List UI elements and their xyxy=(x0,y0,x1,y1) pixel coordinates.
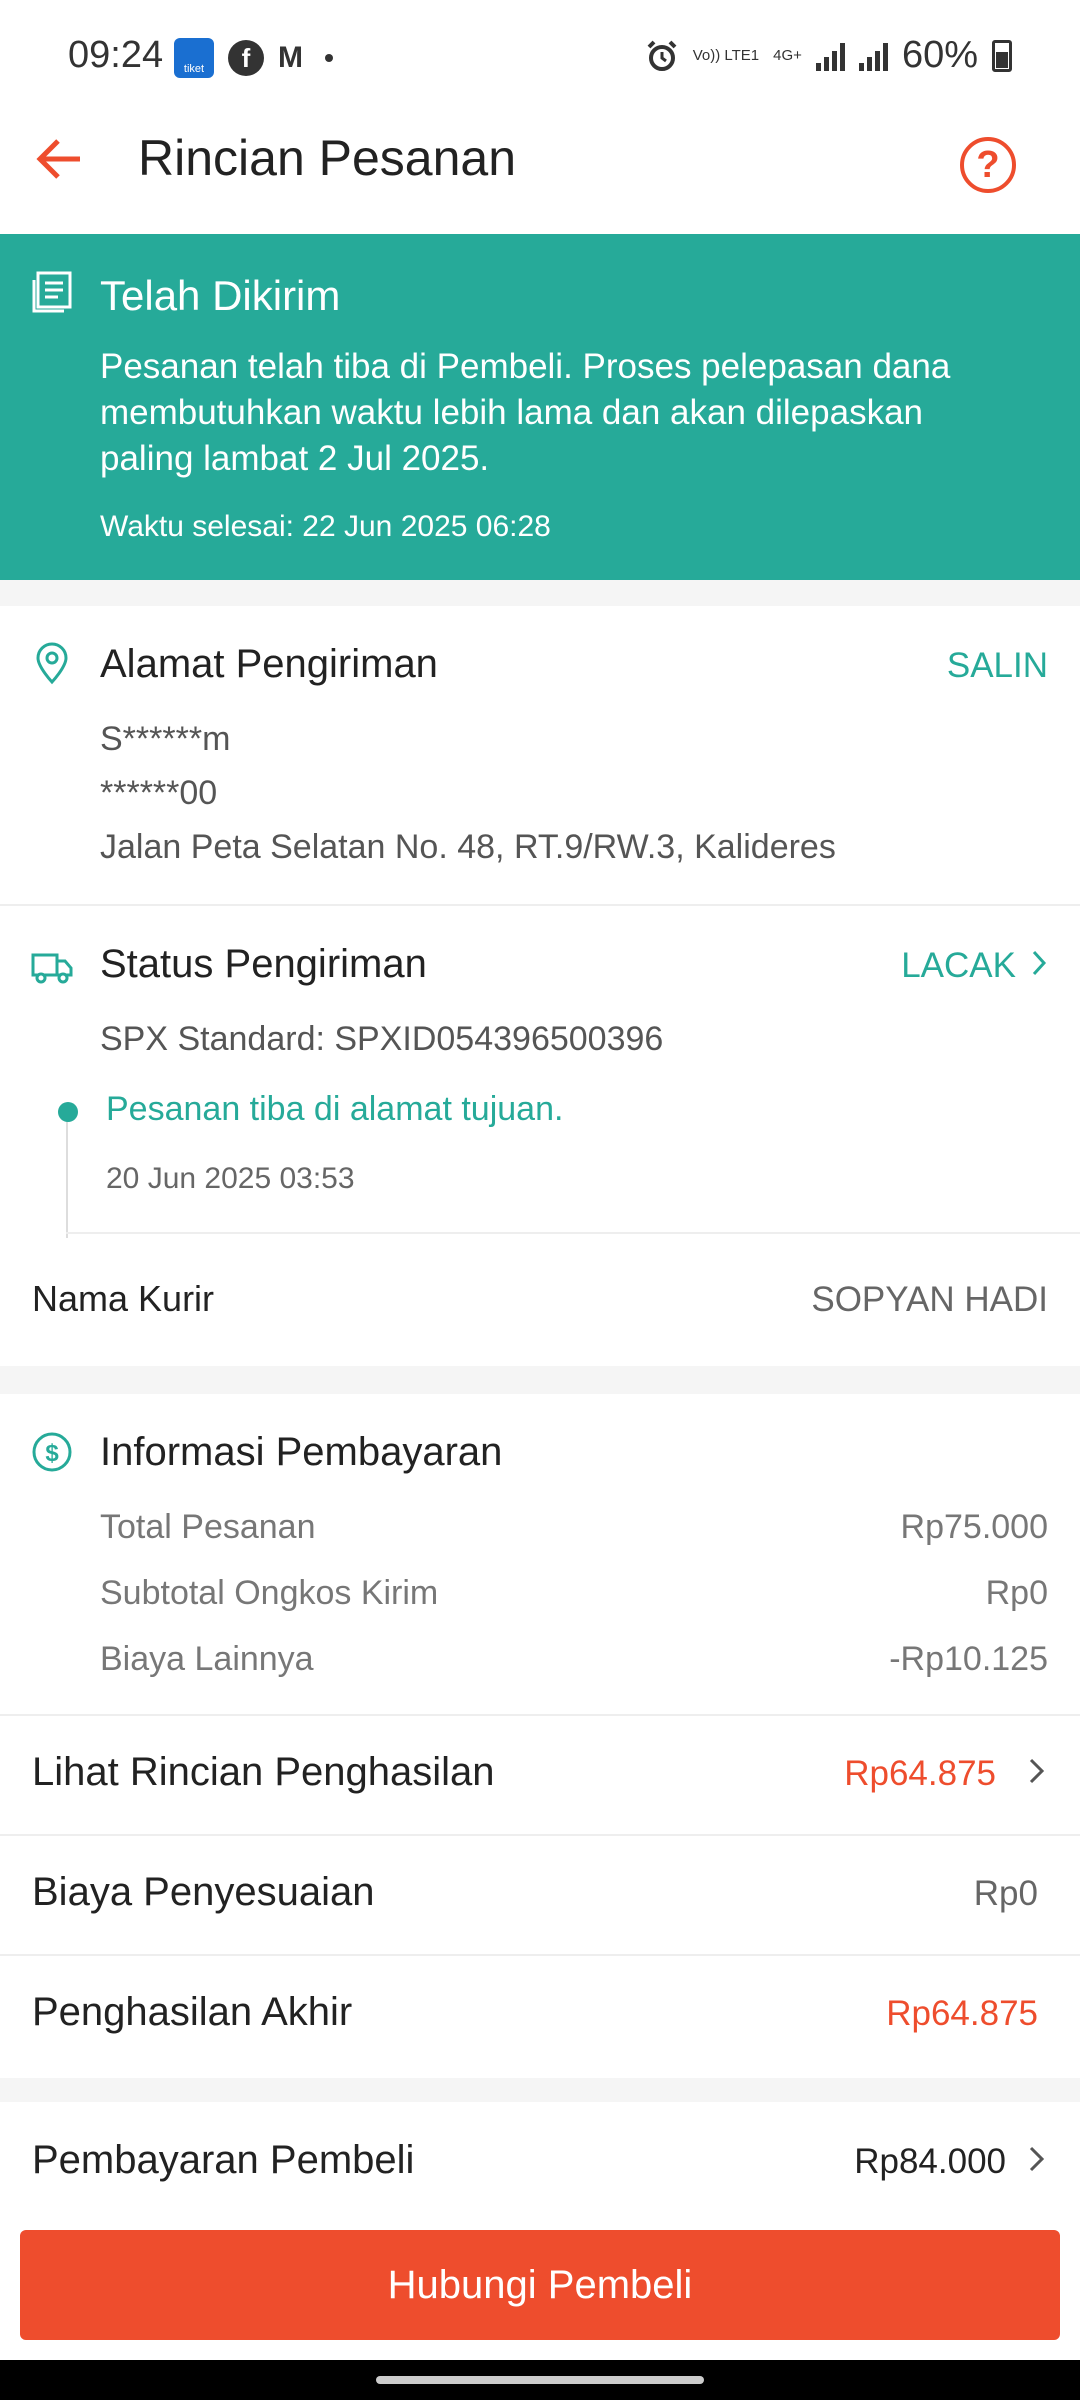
recipient-phone: ******00 xyxy=(100,774,218,812)
payment-row-value: -Rp10.125 xyxy=(889,1640,1048,1678)
completion-time: Waktu selesai: 22 Jun 2025 06:28 xyxy=(100,510,551,543)
contact-buyer-button[interactable]: Hubungi Pembeli xyxy=(20,2230,1060,2340)
app-bar: Rincian Pesanan ? xyxy=(0,115,1080,234)
address-title: Alamat Pengiriman xyxy=(100,642,438,686)
bottom-action-area: Hubungi Pembeli xyxy=(0,2208,1080,2360)
income-details-row[interactable]: Lihat Rincian Penghasilan Rp64.875 xyxy=(0,1716,1080,1834)
location-pin-icon xyxy=(36,642,68,685)
page-title: Rincian Pesanan xyxy=(138,130,517,186)
system-indicators: Vo)) LTE1 4G+ 60% xyxy=(645,34,1012,77)
chevron-right-icon xyxy=(1029,1758,1045,1784)
buyer-payment-value: Rp84.000 xyxy=(854,2142,1006,2181)
document-list-icon xyxy=(32,271,72,313)
status-time: 09:24 xyxy=(68,34,164,76)
signal-icon-1 xyxy=(815,41,845,71)
shipping-service: SPX Standard: SPXID054396500396 xyxy=(100,1020,664,1058)
payment-row-value: Rp75.000 xyxy=(900,1508,1048,1546)
notification-dot xyxy=(325,54,333,62)
banner-message: Pesanan telah tiba di Pembeli. Proses pe… xyxy=(100,347,951,478)
status-bar: 09:24 tiket f M Vo)) LTE1 4G+ 60% xyxy=(0,0,1080,115)
recipient-street: Jalan Peta Selatan No. 48, RT.9/RW.3, Ka… xyxy=(100,828,836,866)
income-details-value: Rp64.875 xyxy=(844,1754,996,1793)
divider xyxy=(0,1954,1080,1956)
copy-address-button[interactable]: SALIN xyxy=(947,646,1048,686)
payment-title: Informasi Pembayaran xyxy=(100,1430,503,1474)
svg-text:$: $ xyxy=(45,1440,59,1467)
alarm-icon xyxy=(647,40,677,71)
divider xyxy=(66,1232,1080,1234)
notification-icons: tiket f M xyxy=(174,38,333,78)
divider xyxy=(0,904,1080,906)
buyer-payment-row[interactable]: Pembayaran Pembeli Rp84.000 xyxy=(0,2102,1080,2208)
shipping-title: Status Pengiriman xyxy=(100,942,427,986)
buyer-payment-label: Pembayaran Pembeli xyxy=(32,2138,415,2182)
payment-card: $ Informasi Pembayaran Total Pesanan Rp7… xyxy=(0,1394,1080,2078)
arrow-left-icon[interactable] xyxy=(30,129,90,189)
system-nav-bar xyxy=(0,2360,1080,2400)
tracking-line xyxy=(66,1122,68,1238)
income-details-label: Lihat Rincian Penghasilan xyxy=(32,1750,495,1794)
tiket-app-icon: tiket xyxy=(174,38,214,78)
courier-name: SOPYAN HADI xyxy=(811,1280,1048,1319)
payment-row-label: Subtotal Ongkos Kirim xyxy=(100,1574,439,1612)
courier-label: Nama Kurir xyxy=(32,1278,215,1319)
home-indicator[interactable] xyxy=(376,2376,704,2384)
final-income-value: Rp64.875 xyxy=(886,1994,1038,2033)
tracking-event-time: 20 Jun 2025 03:53 xyxy=(106,1162,355,1195)
payment-row-label: Biaya Lainnya xyxy=(100,1640,314,1678)
chevron-right-icon xyxy=(1029,2146,1045,2172)
adjustment-label: Biaya Penyesuaian xyxy=(32,1870,375,1914)
tracking-latest-event: Pesanan tiba di alamat tujuan. xyxy=(106,1090,564,1128)
tiket-label: tiket xyxy=(183,63,205,75)
shipping-card: Alamat Pengiriman SALIN S******m ******0… xyxy=(0,606,1080,1366)
tracking-dot xyxy=(58,1102,78,1122)
volte-indicator: Vo)) LTE1 xyxy=(692,46,760,64)
dollar-circle-icon: $ xyxy=(32,1432,72,1472)
network-indicator: 4G+ xyxy=(773,46,802,64)
recipient-name: S******m xyxy=(100,720,231,758)
payment-row-value: Rp0 xyxy=(985,1574,1048,1612)
final-income-label: Penghasilan Akhir xyxy=(32,1990,353,2034)
adjustment-value: Rp0 xyxy=(973,1874,1038,1913)
order-status-banner: Telah Dikirim Pesanan telah tiba di Pemb… xyxy=(0,234,1080,580)
truck-icon xyxy=(31,953,73,984)
battery-icon xyxy=(992,39,1012,72)
payment-row-label: Total Pesanan xyxy=(100,1508,316,1546)
chevron-right-icon[interactable] xyxy=(1030,948,1048,978)
question-circle-icon[interactable]: ? xyxy=(960,137,1016,193)
signal-icon-2 xyxy=(858,41,888,71)
track-button[interactable]: LACAK xyxy=(901,946,1016,986)
gmail-icon: M xyxy=(278,41,303,74)
banner-title: Telah Dikirim xyxy=(100,272,341,319)
battery-percent: 60% xyxy=(901,34,978,76)
divider xyxy=(0,1834,1080,1836)
facebook-icon: f xyxy=(228,40,264,76)
